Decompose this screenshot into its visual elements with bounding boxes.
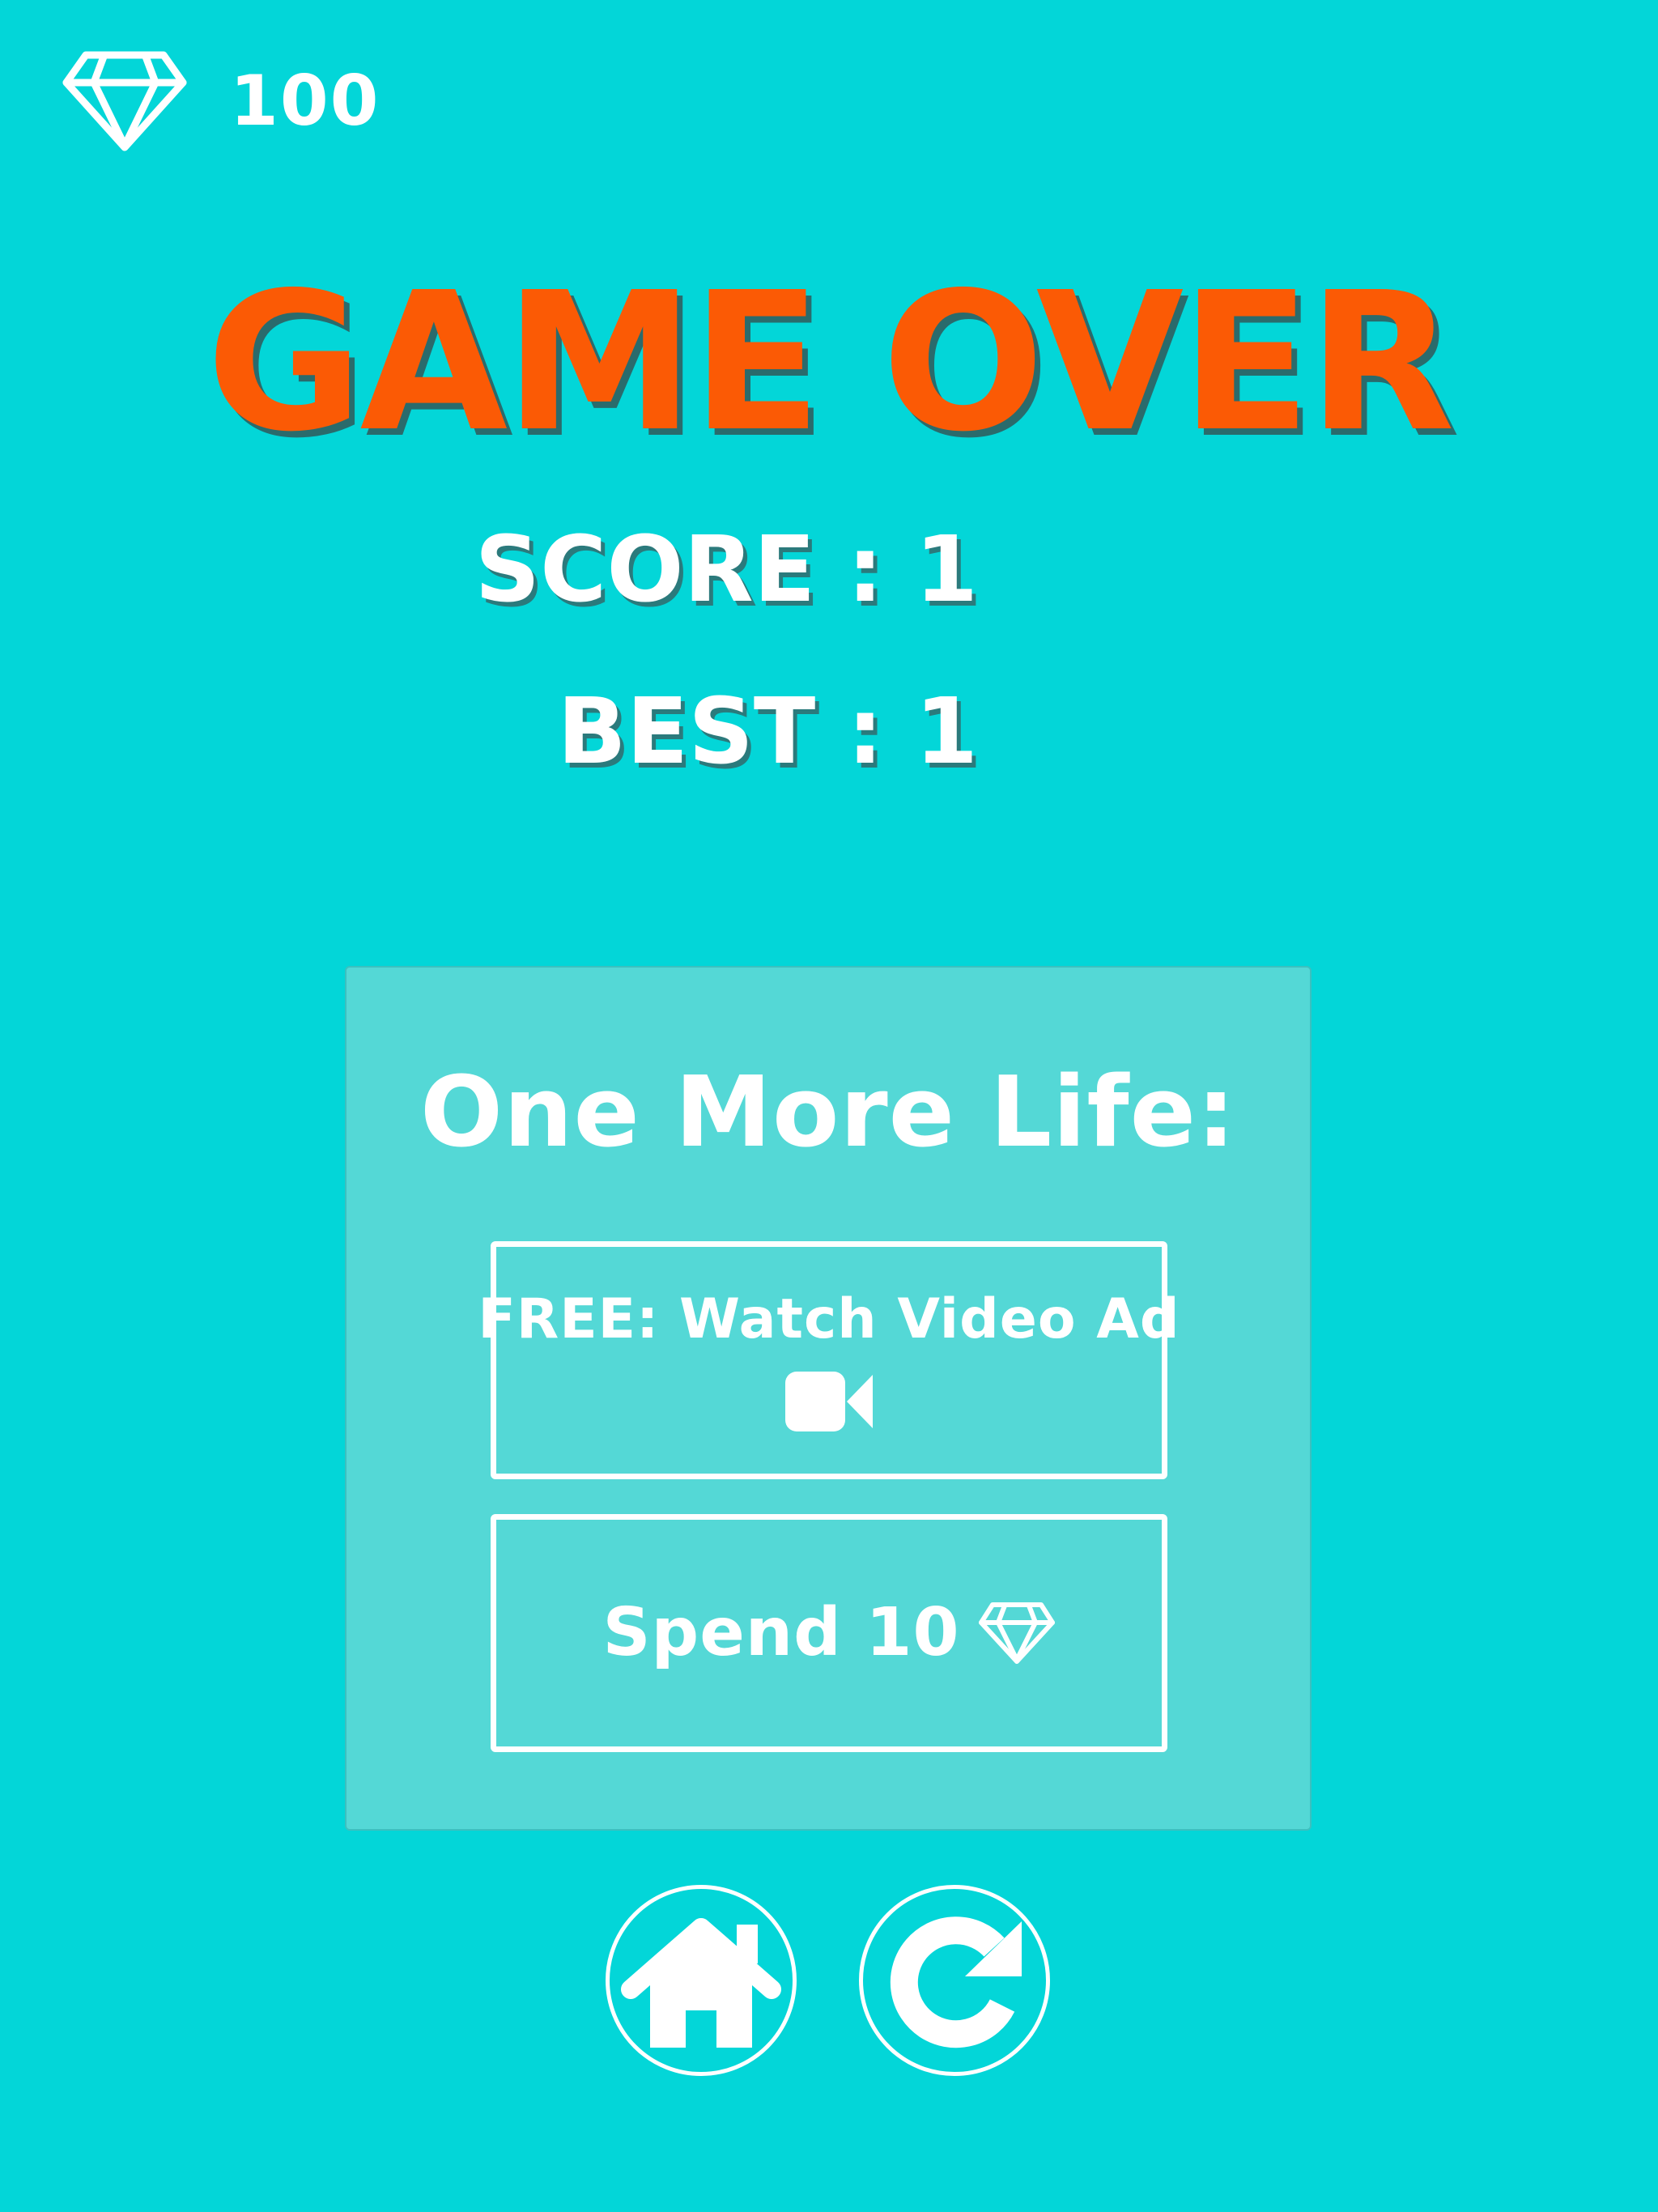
- spend-gems-button[interactable]: Spend 10: [491, 1514, 1167, 1752]
- best-score-label: BEST : 1: [557, 679, 978, 785]
- diamond-icon: [62, 51, 187, 151]
- watch-video-ad-button[interactable]: FREE: Watch Video Ad: [478, 1241, 1180, 1479]
- gem-counter: 100: [62, 50, 380, 152]
- spend-gems-label: Spend 10: [602, 1594, 960, 1671]
- watch-video-ad-label: FREE: Watch Video Ad: [478, 1287, 1180, 1351]
- gem-count: 100: [230, 61, 380, 142]
- restart-icon: [890, 1916, 1022, 2048]
- score-label: SCORE : 1: [474, 517, 978, 623]
- game-over-title: GAME OVER: [206, 251, 1455, 474]
- video-camera-icon: [785, 1372, 873, 1431]
- panel-title: One More Life:: [420, 1057, 1236, 1169]
- home-icon: [621, 1918, 781, 2048]
- one-more-life-panel: One More Life: FREE: Watch Video Ad Spen…: [345, 966, 1312, 1831]
- home-button[interactable]: [606, 1885, 797, 2076]
- restart-button[interactable]: [859, 1885, 1050, 2076]
- diamond-icon: [978, 1602, 1055, 1664]
